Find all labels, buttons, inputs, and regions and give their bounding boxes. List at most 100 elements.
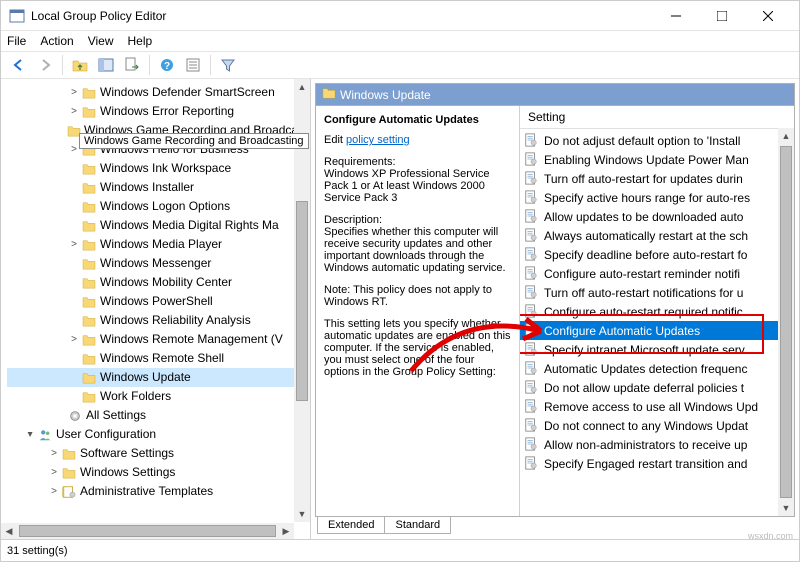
- folder-icon: [81, 276, 97, 290]
- folder-icon: [81, 333, 97, 347]
- minimize-button[interactable]: [653, 1, 699, 31]
- setting-item[interactable]: Turn off auto-restart for updates durin: [520, 169, 794, 188]
- setting-item[interactable]: Remove access to use all Windows Upd: [520, 397, 794, 416]
- policy-icon: [524, 399, 540, 415]
- policy-icon: [524, 380, 540, 396]
- tabs: Extended Standard: [315, 517, 795, 539]
- status-text: 31 setting(s): [7, 545, 68, 557]
- tree-item-admin-templates[interactable]: >Administrative Templates: [7, 482, 310, 501]
- setting-item[interactable]: Turn off auto-restart notifications for …: [520, 283, 794, 302]
- setting-item[interactable]: Do not adjust default option to 'Install: [520, 131, 794, 150]
- policy-icon: [524, 171, 540, 187]
- setting-item[interactable]: Always automatically restart at the sch: [520, 226, 794, 245]
- tree-item[interactable]: Windows Ink Workspace: [7, 159, 310, 178]
- tree-item[interactable]: Windows Media Digital Rights Ma: [7, 216, 310, 235]
- setting-item[interactable]: Specify intranet Microsoft update serv: [520, 340, 794, 359]
- scroll-icon: [61, 485, 77, 499]
- app-icon: [9, 8, 25, 24]
- policy-icon: [524, 437, 540, 453]
- status-bar: 31 setting(s): [1, 539, 799, 561]
- setting-item[interactable]: Specify active hours range for auto-res: [520, 188, 794, 207]
- menu-help[interactable]: Help: [128, 34, 153, 48]
- policy-icon: [524, 133, 540, 149]
- filter-icon[interactable]: [216, 53, 240, 77]
- setting-item[interactable]: Automatic Updates detection frequenc: [520, 359, 794, 378]
- properties-icon[interactable]: [181, 53, 205, 77]
- setting-item[interactable]: Configure Automatic Updates: [520, 321, 794, 340]
- tree-item[interactable]: Windows Mobility Center: [7, 273, 310, 292]
- tree-item[interactable]: Windows PowerShell: [7, 292, 310, 311]
- menu-bar: File Action View Help: [1, 31, 799, 51]
- folder-icon: [81, 314, 97, 328]
- folder-icon: [61, 466, 77, 480]
- tree-item[interactable]: >Windows Media Player: [7, 235, 310, 254]
- help-icon[interactable]: ?: [155, 53, 179, 77]
- folder-icon: [81, 162, 97, 176]
- folder-icon: [81, 352, 97, 366]
- setting-item[interactable]: Specify deadline before auto-restart fo: [520, 245, 794, 264]
- tooltip: Windows Game Recording and Broadcasting: [79, 133, 309, 149]
- tree-item[interactable]: Windows Installer: [7, 178, 310, 197]
- up-icon[interactable]: [68, 53, 92, 77]
- window-title: Local Group Policy Editor: [31, 9, 653, 23]
- setting-item[interactable]: Enabling Windows Update Power Man: [520, 150, 794, 169]
- folder-icon: [81, 295, 97, 309]
- policy-icon: [524, 285, 540, 301]
- policy-icon: [524, 266, 540, 282]
- folder-icon: [81, 238, 97, 252]
- tree-item[interactable]: Windows Update: [7, 368, 310, 387]
- tree-item[interactable]: >Windows Remote Management (V: [7, 330, 310, 349]
- policy-icon: [524, 209, 540, 225]
- column-header-setting[interactable]: Setting: [520, 106, 794, 129]
- settings-scrollbar-v[interactable]: ▲▼: [778, 128, 794, 516]
- settings-list[interactable]: Do not adjust default option to 'Install…: [520, 129, 794, 475]
- menu-file[interactable]: File: [7, 34, 26, 48]
- maximize-button[interactable]: [699, 1, 745, 31]
- setting-item[interactable]: Allow updates to be downloaded auto: [520, 207, 794, 226]
- forward-button[interactable]: [33, 53, 57, 77]
- tree-scrollbar-h[interactable]: ◀▶: [1, 523, 294, 539]
- tree-item-all-settings[interactable]: All Settings: [7, 406, 310, 425]
- show-hide-tree-icon[interactable]: [94, 53, 118, 77]
- menu-view[interactable]: View: [88, 34, 114, 48]
- folder-icon: [81, 390, 97, 404]
- back-button[interactable]: [7, 53, 31, 77]
- tree-item[interactable]: Windows Reliability Analysis: [7, 311, 310, 330]
- tab-extended[interactable]: Extended: [317, 517, 385, 534]
- export-icon[interactable]: [120, 53, 144, 77]
- tree-item[interactable]: Windows Logon Options: [7, 197, 310, 216]
- tab-standard[interactable]: Standard: [384, 517, 451, 534]
- setting-item[interactable]: Allow non-administrators to receive up: [520, 435, 794, 454]
- setting-item[interactable]: Configure auto-restart reminder notifi: [520, 264, 794, 283]
- tree-item[interactable]: Windows Messenger: [7, 254, 310, 273]
- policy-icon: [524, 152, 540, 168]
- setting-item[interactable]: Do not connect to any Windows Updat: [520, 416, 794, 435]
- setting-item[interactable]: Do not allow update deferral policies t: [520, 378, 794, 397]
- tree-item[interactable]: >Software Settings: [7, 444, 310, 463]
- tree-item-user-config[interactable]: ▸User Configuration: [7, 425, 310, 444]
- folder-icon: [81, 105, 97, 119]
- policy-icon: [524, 361, 540, 377]
- close-button[interactable]: [745, 1, 791, 31]
- policy-icon: [524, 190, 540, 206]
- menu-action[interactable]: Action: [40, 34, 73, 48]
- toolbar: ?: [1, 51, 799, 79]
- folder-icon: [81, 371, 97, 385]
- folder-icon: [322, 87, 336, 102]
- title-bar: Local Group Policy Editor: [1, 1, 799, 31]
- setting-item[interactable]: Configure auto-restart required notific: [520, 302, 794, 321]
- tree-item[interactable]: >Windows Error Reporting: [7, 102, 310, 121]
- policy-icon: [524, 342, 540, 358]
- folder-icon: [61, 447, 77, 461]
- tree-item[interactable]: >Windows Defender SmartScreen: [7, 83, 310, 102]
- tree-item[interactable]: Work Folders: [7, 387, 310, 406]
- setting-item[interactable]: Specify Engaged restart transition and: [520, 454, 794, 473]
- tree-item[interactable]: Windows Remote Shell: [7, 349, 310, 368]
- tree-item[interactable]: >Windows Settings: [7, 463, 310, 482]
- svg-text:?: ?: [164, 61, 170, 72]
- policy-icon: [524, 228, 540, 244]
- policy-icon: [524, 304, 540, 320]
- edit-policy-link[interactable]: policy setting: [346, 134, 410, 146]
- settings-pane: Setting Do not adjust default option to …: [520, 106, 794, 516]
- folder-icon: [81, 200, 97, 214]
